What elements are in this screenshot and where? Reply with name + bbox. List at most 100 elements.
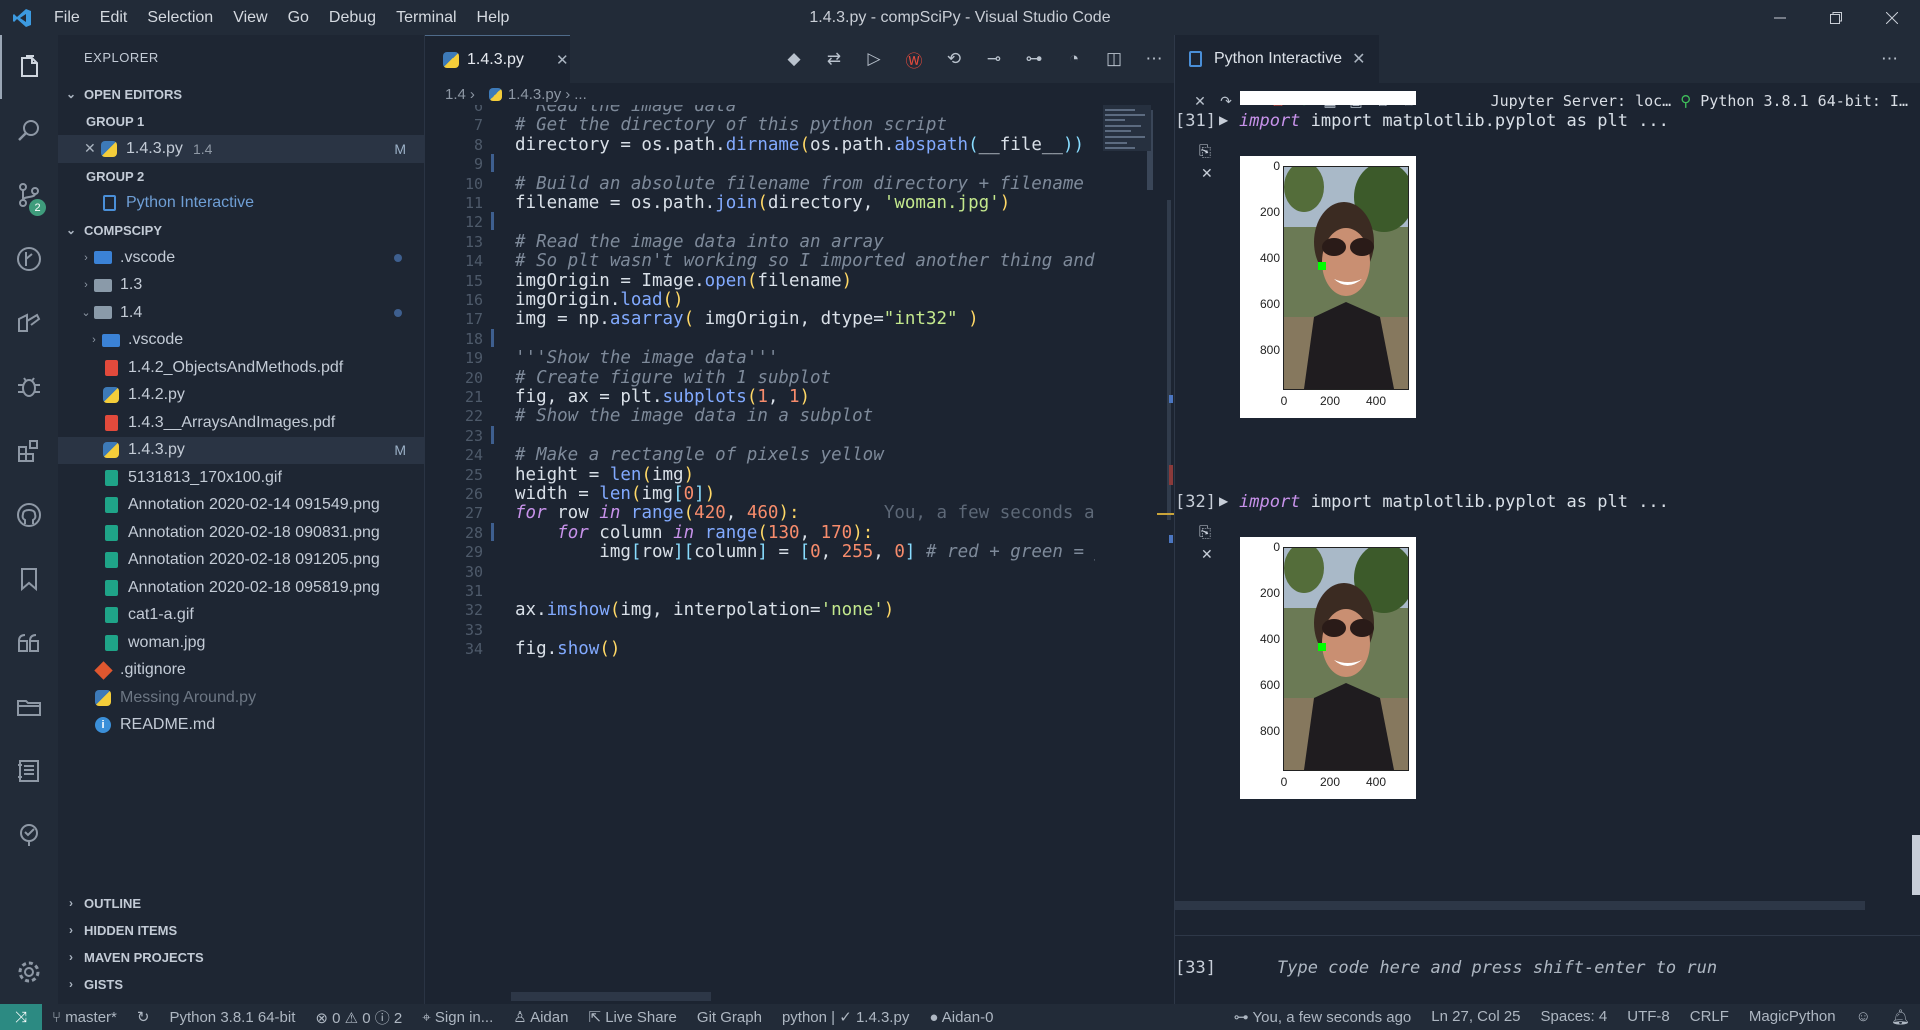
goto-code-icon[interactable]: ⎘ [1199, 524, 1211, 541]
minimap[interactable] [1095, 105, 1175, 1005]
menu-file[interactable]: File [44, 0, 90, 35]
source-control-icon[interactable]: 2 [0, 163, 58, 227]
workspace-header[interactable]: ⌄ COMPSCIPY [58, 217, 424, 244]
tree-item[interactable]: i README.md [58, 712, 424, 740]
next-change-icon[interactable]: ⊶ [1014, 49, 1054, 69]
sync-icon[interactable]: ↻ [127, 1008, 160, 1026]
restore-icon[interactable] [1808, 0, 1864, 35]
tree-item[interactable]: 1.4.3.py M [58, 436, 424, 464]
w-extension-icon[interactable]: Ⓦ [894, 47, 934, 72]
previous-change-icon[interactable]: ⟲ [934, 49, 974, 69]
git-graph-item[interactable]: Git Graph [687, 1009, 772, 1026]
menu-selection[interactable]: Selection [137, 0, 223, 35]
tree-item[interactable]: Annotation 2020-02-18 091205.png [58, 547, 424, 575]
delete-cell-icon[interactable]: ✕ [1201, 165, 1213, 182]
kernel-status[interactable]: Jupyter Server: loc… ⚲ Python 3.8.1 64-b… [1491, 92, 1920, 110]
encoding[interactable]: UTF-8 [1617, 1008, 1680, 1026]
branch-item[interactable]: ⑂ master* [42, 1009, 127, 1026]
menu-help[interactable]: Help [467, 0, 520, 35]
menu-go[interactable]: Go [278, 0, 319, 35]
line-endings[interactable]: CRLF [1680, 1008, 1739, 1026]
horizontal-scrollbar[interactable] [511, 992, 711, 1001]
breadcrumb-folder[interactable]: 1.4 [445, 86, 466, 103]
open-editor-item[interactable]: ✕ 1.4.3.py 1.4 M [58, 135, 424, 163]
remote-icon[interactable]: ⤨ [0, 1004, 42, 1030]
breadcrumb-symbol[interactable]: ... [574, 86, 587, 103]
tree-item[interactable]: cat1-a.gif [58, 602, 424, 630]
tree-item[interactable]: .gitignore [58, 657, 424, 685]
tree-item[interactable]: 5131813_170x100.gif [58, 464, 424, 492]
tree-item[interactable]: › .vscode [58, 244, 424, 272]
aidan-item[interactable]: ● Aidan-0 [919, 1009, 1003, 1026]
bookmark-icon[interactable] [0, 547, 58, 611]
goto-code-icon[interactable]: ⎘ [1199, 143, 1211, 160]
timeline-icon[interactable]: ◔ [1054, 49, 1094, 69]
python-interpreter[interactable]: Python 3.8.1 64-bit [159, 1009, 305, 1026]
menu-terminal[interactable]: Terminal [386, 0, 466, 35]
tree-item[interactable]: Annotation 2020-02-18 090831.png [58, 519, 424, 547]
language-mode[interactable]: MagicPython [1739, 1008, 1846, 1026]
outline-section[interactable]: › OUTLINE [58, 890, 424, 917]
notifications-bell-icon[interactable]: 🔔︎ [1881, 1008, 1920, 1026]
close-icon[interactable] [1864, 0, 1920, 35]
quote-icon[interactable] [0, 611, 58, 675]
python-file-item[interactable]: python | ✓ 1.4.3.py [772, 1008, 919, 1026]
git-compare-icon[interactable]: ◆ [774, 49, 814, 69]
tree-item[interactable]: 1.4.2.py [58, 382, 424, 410]
search-icon[interactable] [0, 99, 58, 163]
live-share-item[interactable]: ⇱ Live Share [578, 1008, 686, 1026]
breadcrumb-file[interactable]: 1.4.3.py [508, 86, 561, 103]
user-item[interactable]: ♙ Aidan [503, 1008, 578, 1026]
menu-view[interactable]: View [223, 0, 277, 35]
menu-debug[interactable]: Debug [319, 0, 386, 35]
indentation[interactable]: Spaces: 4 [1531, 1008, 1618, 1026]
tree-item[interactable]: 1.4.3__ArraysAndImages.pdf [58, 409, 424, 437]
tree-item[interactable]: 1.4.2_ObjectsAndMethods.pdf [58, 354, 424, 382]
clear-all-icon[interactable]: ✕ [1187, 93, 1213, 110]
settings-gear-icon[interactable] [0, 940, 58, 1004]
expand-cell-icon[interactable]: ▶ [1219, 113, 1228, 127]
code-editor[interactable]: 6 Read the image data 7 # Get the director… [425, 105, 1095, 805]
feedback-icon[interactable]: ☺ [1846, 1008, 1881, 1026]
tree-item[interactable]: ⌄ 1.4 [58, 299, 424, 327]
tree-item[interactable]: › .vscode [58, 327, 424, 355]
github-icon[interactable] [0, 483, 58, 547]
vertical-scrollbar[interactable] [1912, 835, 1920, 895]
problems-item[interactable]: ⊗ 0 ⚠ 0 ⓘ 2 [305, 1007, 412, 1028]
close-tab-icon[interactable]: ✕ [556, 51, 569, 69]
code-input[interactable]: Type code here and press shift-enter to … [1277, 958, 1717, 978]
project-manager-icon[interactable] [0, 675, 58, 739]
cursor-position[interactable]: Ln 27, Col 25 [1421, 1008, 1530, 1026]
tree-item[interactable]: woman.jpg [58, 629, 424, 657]
horizontal-scrollbar[interactable] [1175, 901, 1865, 910]
expand-cell-icon[interactable]: ▶ [1219, 494, 1228, 508]
explorer-icon[interactable] [0, 35, 58, 99]
redo-icon[interactable]: ↷ [1213, 93, 1239, 110]
extensions-icon[interactable] [0, 419, 58, 483]
delete-cell-icon[interactable]: ✕ [1201, 546, 1213, 563]
tree-item[interactable]: Messing Around.py [58, 684, 424, 712]
live-share-icon[interactable] [0, 803, 58, 867]
revision-icon[interactable]: ⊸ [974, 49, 1014, 69]
more-actions-icon[interactable]: ⋯ [1134, 49, 1174, 69]
split-editor-icon[interactable]: ◫ [1094, 49, 1134, 69]
tab-1-4-3-py[interactable]: 1.4.3.py ✕ [425, 35, 570, 83]
open-editor-item[interactable]: Python Interactive [58, 190, 424, 218]
tab-python-interactive[interactable]: Python Interactive ✕ [1175, 35, 1380, 83]
run-icon[interactable]: ▷ [854, 49, 894, 69]
tree-item[interactable]: Annotation 2020-02-18 095819.png [58, 574, 424, 602]
minimize-icon[interactable] [1752, 0, 1808, 35]
hidden-items-section[interactable]: › HIDDEN ITEMS [58, 917, 424, 944]
open-changes-icon[interactable]: ⇄ [814, 49, 854, 69]
close-tab-icon[interactable]: ✕ [1352, 49, 1365, 69]
tree-item[interactable]: Annotation 2020-02-14 091549.png [58, 492, 424, 520]
remote-explorer-icon[interactable] [0, 291, 58, 355]
sign-in-item[interactable]: ⌖ Sign in... [412, 1009, 503, 1026]
git-blame-item[interactable]: ⊶ You, a few seconds ago [1224, 1008, 1422, 1026]
maven-projects-section[interactable]: › MAVEN PROJECTS [58, 944, 424, 971]
gists-section[interactable]: › GISTS [58, 971, 424, 998]
more-actions-icon[interactable]: ⋯ [1881, 49, 1920, 69]
close-icon[interactable]: ✕ [84, 140, 100, 157]
menu-edit[interactable]: Edit [90, 0, 138, 35]
tree-item[interactable]: › 1.3 [58, 272, 424, 300]
